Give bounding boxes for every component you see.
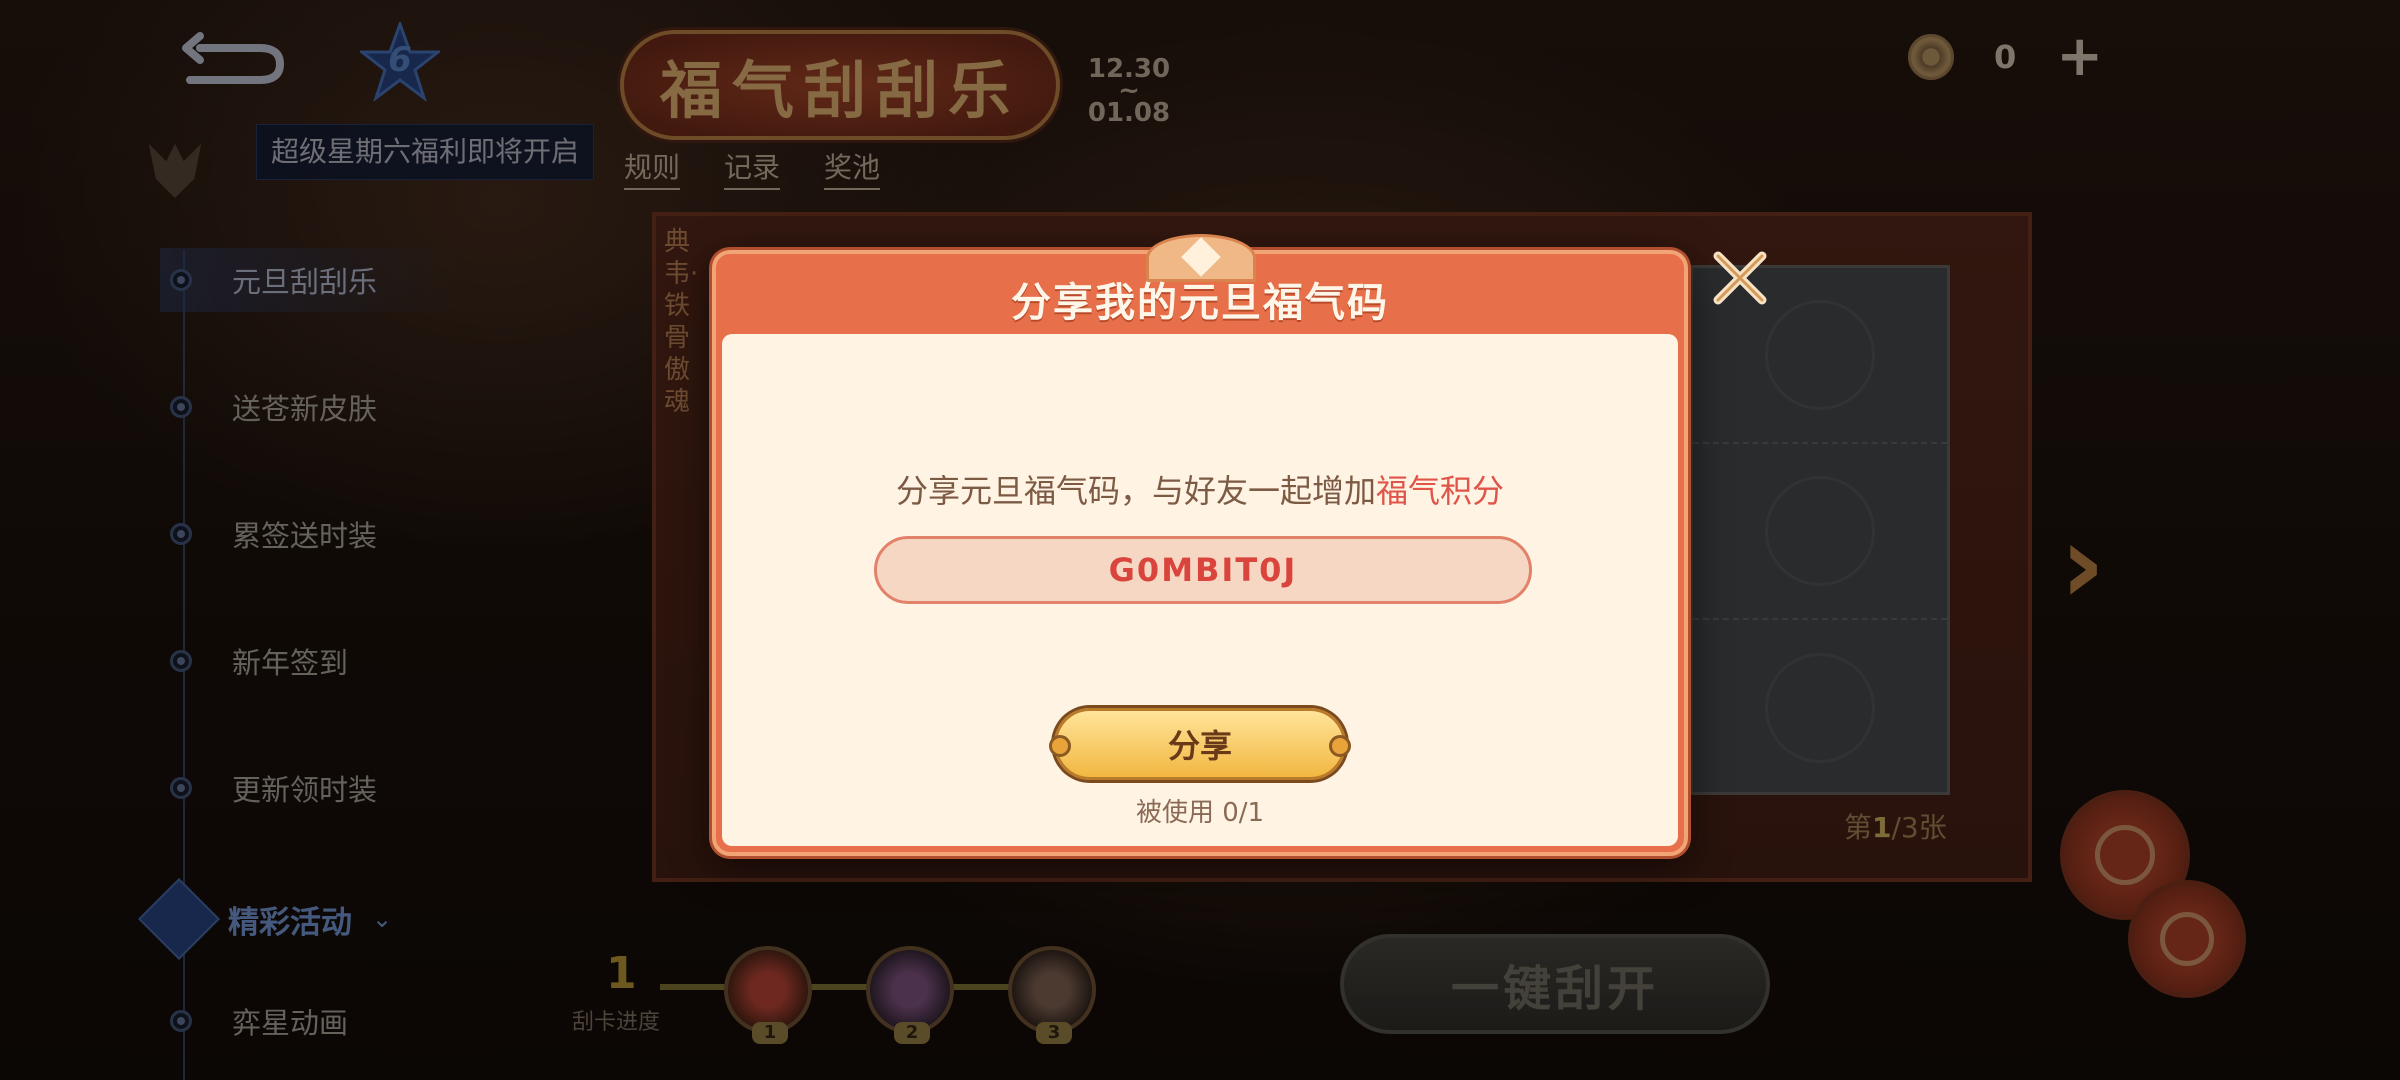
dialog-description: 分享元旦福气码，与好友一起增加福气积分: [712, 466, 1688, 512]
close-icon[interactable]: [1708, 246, 1772, 310]
share-button-label: 分享: [1167, 727, 1232, 765]
button-knob-ornament: [1049, 735, 1071, 757]
description-text: 分享元旦福气码，与好友一起增加: [895, 472, 1376, 510]
used-count: 被使用 0/1: [1135, 798, 1265, 828]
lucky-code-field[interactable]: G0MBIT0J: [874, 536, 1532, 604]
description-highlight: 福气积分: [1376, 472, 1505, 510]
button-knob-ornament: [1329, 735, 1351, 757]
dialog-title: 分享我的元旦福气码: [1011, 280, 1389, 326]
share-button[interactable]: 分享: [1049, 708, 1351, 780]
